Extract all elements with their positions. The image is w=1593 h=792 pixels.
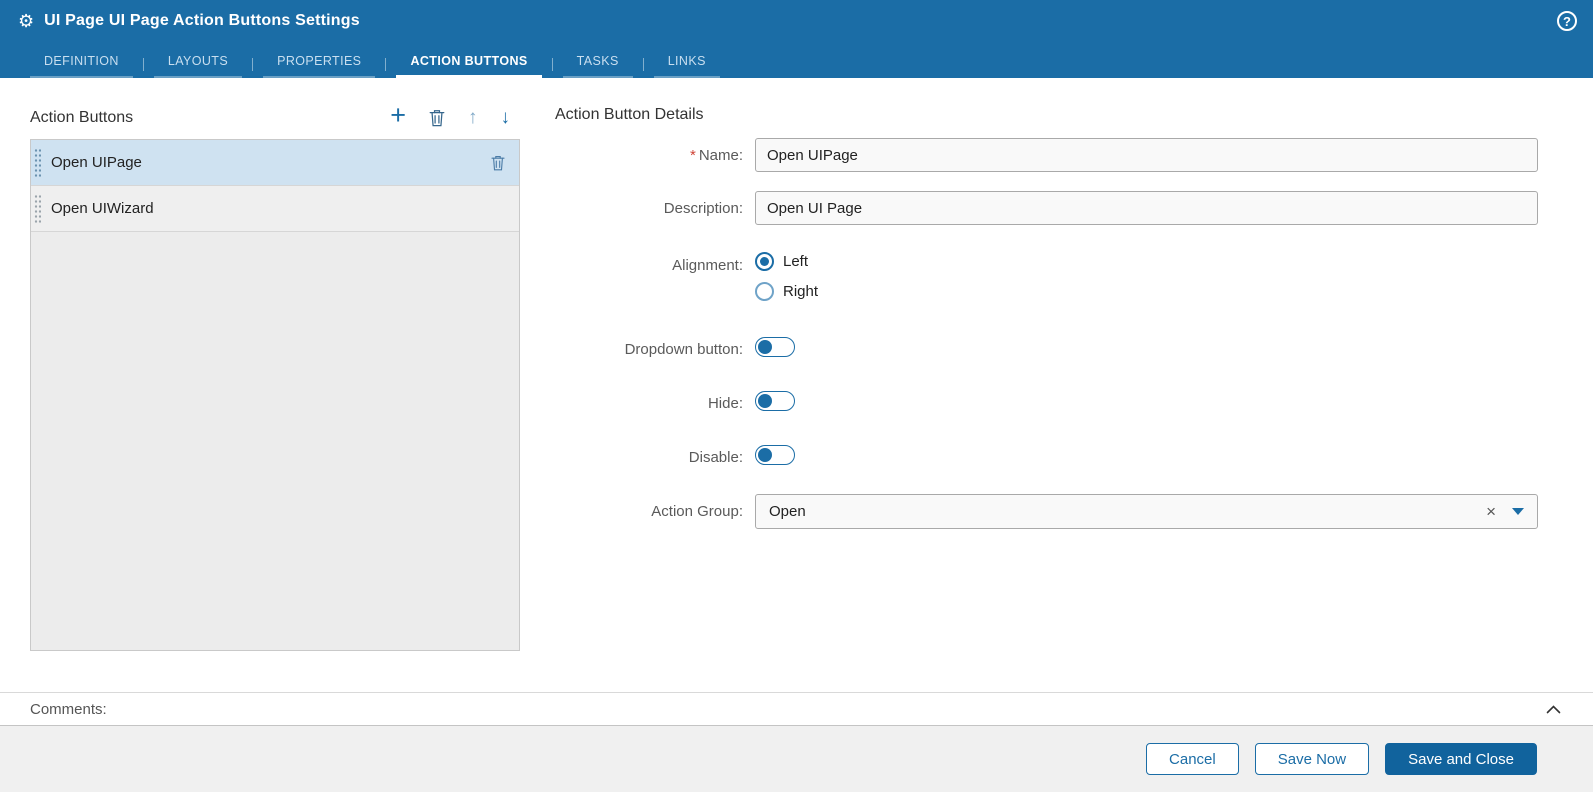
- row-delete-icon[interactable]: [491, 155, 505, 171]
- tab-tasks[interactable]: TASKS: [562, 47, 633, 78]
- tab-definition[interactable]: DEFINITION: [30, 47, 133, 78]
- description-label: Description:: [663, 199, 743, 217]
- clear-icon[interactable]: ×: [1486, 503, 1496, 520]
- list-item-label: Open UIPage: [51, 154, 142, 171]
- gear-icon: ⚙: [18, 11, 35, 31]
- footer-bar: Cancel Save Now Save and Close: [0, 726, 1593, 792]
- action-group-select[interactable]: Open ×: [755, 494, 1538, 529]
- alignment-left-option[interactable]: Left: [755, 252, 1538, 271]
- alignment-right-option[interactable]: Right: [755, 282, 1538, 301]
- comments-bar: Comments:: [0, 692, 1593, 726]
- cancel-button[interactable]: Cancel: [1146, 743, 1239, 775]
- description-row: Description:: [555, 191, 1538, 225]
- action-buttons-header: Action Buttons + ↑ ↓: [30, 102, 520, 139]
- chevron-down-icon[interactable]: [1512, 508, 1524, 515]
- move-up-icon[interactable]: ↑: [468, 108, 478, 127]
- alignment-row: Alignment: Left Right: [555, 250, 1538, 301]
- name-input[interactable]: [755, 138, 1538, 172]
- settings-page: ⚙ UI Page UI Page Action Buttons Setting…: [0, 0, 1593, 792]
- action-buttons-panel: Action Buttons + ↑ ↓ Open UIPage Open UI…: [30, 102, 520, 692]
- comments-label: Comments:: [30, 700, 107, 718]
- page-title: UI Page UI Page Action Buttons Settings: [44, 12, 360, 29]
- save-now-button[interactable]: Save Now: [1254, 743, 1370, 775]
- description-input[interactable]: [755, 191, 1538, 225]
- action-button-details-panel: Action Button Details *Name: Description…: [555, 104, 1538, 692]
- radio-selected-icon[interactable]: [755, 252, 774, 271]
- save-and-close-button[interactable]: Save and Close: [1385, 743, 1537, 775]
- main-content: Action Buttons + ↑ ↓ Open UIPage Open UI…: [0, 78, 1593, 692]
- alignment-label: Alignment:: [672, 257, 743, 274]
- radio-label: Left: [783, 253, 809, 270]
- hide-label: Hide:: [707, 395, 743, 412]
- header: ⚙ UI Page UI Page Action Buttons Setting…: [0, 0, 1593, 78]
- delete-button-icon[interactable]: [429, 109, 445, 127]
- required-marker: *: [689, 146, 696, 164]
- tab-action-buttons[interactable]: ACTION BUTTONS: [396, 47, 542, 78]
- dropdown-button-row: Dropdown button:: [555, 337, 1538, 362]
- tab-links[interactable]: LINKS: [653, 47, 720, 78]
- help-icon[interactable]: ?: [1557, 11, 1577, 31]
- list-toolbar: + ↑ ↓: [390, 102, 518, 129]
- details-title: Action Button Details: [555, 106, 704, 123]
- disable-toggle[interactable]: [755, 445, 795, 465]
- dropdown-button-label: Dropdown button:: [624, 341, 743, 358]
- name-label: * Name:: [689, 146, 743, 164]
- name-row: * Name:: [555, 138, 1538, 172]
- tab-layouts[interactable]: LAYOUTS: [153, 47, 243, 78]
- action-buttons-list: Open UIPage Open UIWizard: [30, 139, 520, 651]
- tab-properties[interactable]: PROPERTIES: [263, 47, 376, 78]
- tab-separator: [385, 58, 387, 71]
- tab-bar: DEFINITION LAYOUTS PROPERTIES ACTION BUT…: [0, 42, 1593, 78]
- radio-label: Right: [783, 283, 819, 300]
- disable-row: Disable:: [555, 445, 1538, 470]
- list-item-label: Open UIWizard: [51, 200, 154, 217]
- action-group-row: Action Group: Open ×: [555, 494, 1538, 529]
- tab-separator: [642, 58, 644, 71]
- tab-separator: [142, 58, 144, 71]
- hide-row: Hide:: [555, 391, 1538, 416]
- move-down-icon[interactable]: ↓: [501, 108, 511, 127]
- dropdown-button-toggle[interactable]: [755, 337, 795, 357]
- disable-label: Disable:: [688, 449, 743, 466]
- action-group-value: Open: [769, 503, 806, 520]
- list-item-open-uipage[interactable]: Open UIPage: [31, 140, 519, 186]
- drag-handle-icon[interactable]: [34, 193, 41, 224]
- action-group-label: Action Group:: [651, 503, 743, 520]
- tab-separator: [551, 58, 553, 71]
- list-item-open-uiwizard[interactable]: Open UIWizard: [31, 186, 519, 232]
- title-row: ⚙ UI Page UI Page Action Buttons Setting…: [0, 0, 1593, 42]
- hide-toggle[interactable]: [755, 391, 795, 411]
- radio-unselected-icon[interactable]: [755, 282, 774, 301]
- chevron-up-icon[interactable]: [1542, 701, 1565, 718]
- drag-handle-icon[interactable]: [34, 147, 41, 178]
- tab-separator: [252, 58, 254, 71]
- add-button-icon[interactable]: +: [390, 102, 406, 129]
- action-buttons-title: Action Buttons: [30, 108, 134, 126]
